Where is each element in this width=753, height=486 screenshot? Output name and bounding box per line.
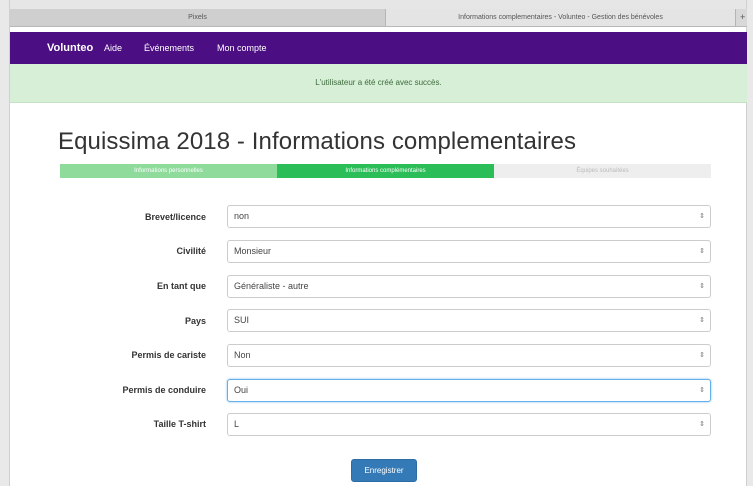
progress-step-complementary: Informations complémentaires <box>277 164 494 178</box>
select-value: L <box>234 419 240 429</box>
select-pays[interactable]: SUI ⇕ <box>227 309 711 332</box>
success-alert: L'utilisateur a été créé avec succès. <box>10 64 747 103</box>
select-arrows-icon: ⇕ <box>699 283 705 290</box>
select-arrows-icon: ⇕ <box>699 387 705 394</box>
browser-frame-left <box>0 0 10 486</box>
new-tab-button[interactable]: + <box>740 9 747 26</box>
select-value: non <box>234 211 250 221</box>
browser-tab-active[interactable]: Informations complementaires - Volunteo … <box>386 9 736 26</box>
progress-step-personal: Informations personnelles <box>60 164 277 178</box>
nav-link-mon-compte[interactable]: Mon compte <box>217 32 267 64</box>
select-value: Monsieur <box>234 246 272 256</box>
select-value: Généraliste - autre <box>234 281 309 291</box>
browser-frame-right <box>746 0 753 486</box>
progress-bar: Informations personnelles Informations c… <box>60 164 711 178</box>
save-button[interactable]: Enregistrer <box>351 459 417 482</box>
progress-step-teams: Équipes souhaitées <box>494 164 711 178</box>
select-permis-conduire[interactable]: Oui ⇕ <box>227 379 711 402</box>
select-civilite[interactable]: Monsieur ⇕ <box>227 240 711 263</box>
select-value: Non <box>234 350 251 360</box>
brand-logo[interactable]: Volunteo <box>47 32 93 64</box>
success-alert-message: L'utilisateur a été créé avec succès. <box>315 78 442 87</box>
select-value: Oui <box>234 385 249 395</box>
browser-tab-bar: Pixels Informations complementaires - Vo… <box>10 9 747 27</box>
label-civilite: Civilité <box>176 246 206 256</box>
select-arrows-icon: ⇕ <box>699 213 705 220</box>
label-pays: Pays <box>184 316 206 326</box>
nav-link-aide[interactable]: Aide <box>104 32 122 64</box>
browser-frame-top <box>0 0 753 9</box>
select-permis-cariste[interactable]: Non ⇕ <box>227 344 711 367</box>
page-title: Equissima 2018 - Informations complement… <box>58 128 577 155</box>
select-arrows-icon: ⇕ <box>699 248 705 255</box>
select-brevet-licence[interactable]: non ⇕ <box>227 205 711 228</box>
label-en-tant-que: En tant que <box>157 281 206 291</box>
select-arrows-icon: ⇕ <box>699 352 705 359</box>
label-permis-conduire: Permis de conduire <box>122 385 206 395</box>
select-value: SUI <box>234 315 250 325</box>
navbar: Volunteo Aide Événements Mon compte <box>10 32 747 64</box>
label-permis-cariste: Permis de cariste <box>131 350 206 360</box>
label-brevet-licence: Brevet/licence <box>144 212 206 222</box>
label-taille-tshirt: Taille T-shirt <box>153 419 206 429</box>
select-arrows-icon: ⇕ <box>699 421 705 428</box>
browser-tab-pixels[interactable]: Pixels <box>10 9 386 26</box>
nav-link-evenements[interactable]: Événements <box>144 32 194 64</box>
select-taille-tshirt[interactable]: L ⇕ <box>227 413 711 436</box>
select-arrows-icon: ⇕ <box>699 317 705 324</box>
select-en-tant-que[interactable]: Généraliste - autre ⇕ <box>227 275 711 298</box>
